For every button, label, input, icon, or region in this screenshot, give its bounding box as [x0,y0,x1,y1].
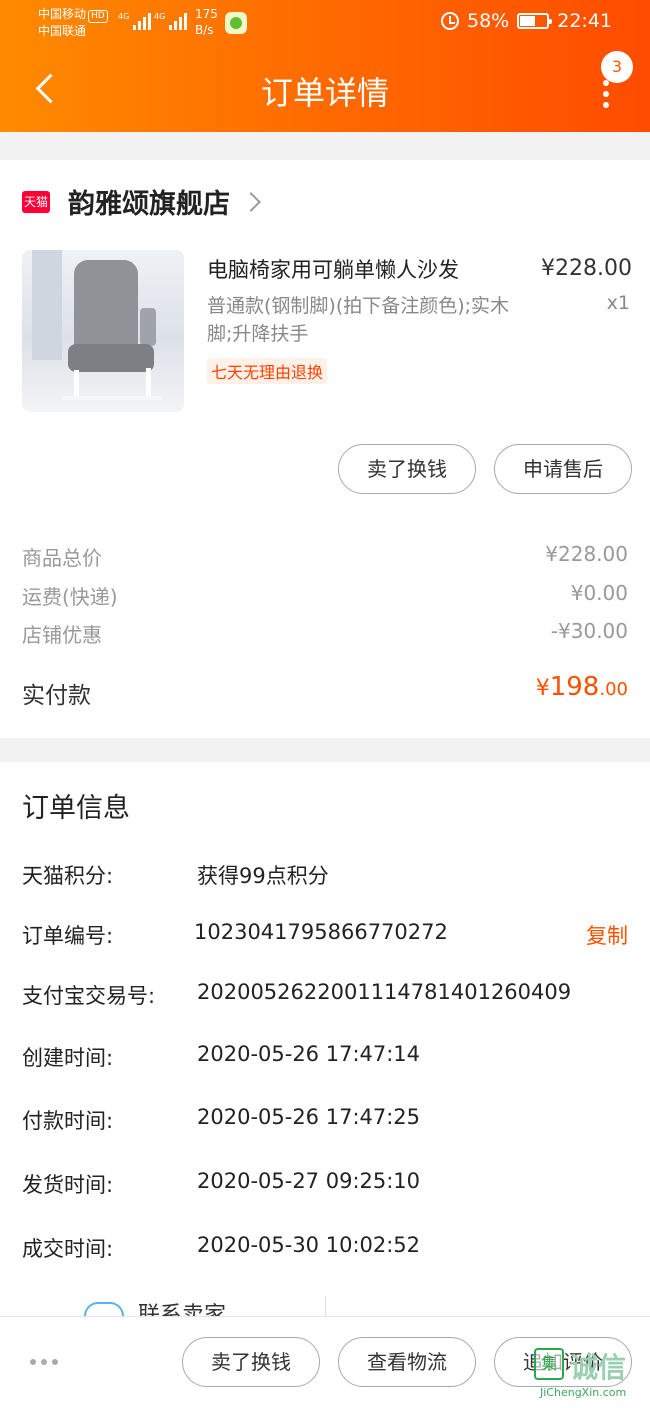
chat-icon[interactable] [84,1302,124,1316]
fee-row-discount: 店铺优惠 -¥30.00 [22,619,628,647]
more-actions-icon[interactable] [30,1359,58,1365]
signal-icon-2: 4G [154,12,188,30]
status-bar: 中国移动 HD 中国联通 4G 4G 175 B/s 58% 22:41 [0,0,650,46]
fee-value: ¥228.00 [545,542,628,566]
order-info-title: 订单信息 [22,793,130,824]
status-right: 58% 22:41 [441,10,612,32]
app-notification-icon [225,12,247,34]
sell-item-button[interactable]: 卖了换钱 [338,444,476,494]
after-sale-button[interactable]: 申请售后 [494,444,632,494]
view-logistics-button[interactable]: 查看物流 [338,1337,476,1387]
divider [325,1296,326,1316]
product-price: ¥228.00 [541,256,632,281]
sell-button[interactable]: 卖了换钱 [182,1337,320,1387]
alarm-icon [441,12,459,30]
product-image[interactable] [22,250,184,412]
hd-badge: HD [88,10,108,23]
copy-button[interactable]: 复制 [586,920,628,950]
product-name[interactable]: 电脑椅家用可躺单懒人沙发 [207,254,459,284]
message-count-badge[interactable]: 3 [601,51,633,83]
signal-icon-1: 4G [118,12,152,30]
shop-header[interactable]: 天猫 韵雅颂旗舰店 [22,182,261,221]
paid-amount: ¥198.00 [535,672,628,702]
return-policy-tag: 七天无理由退换 [207,358,328,384]
fee-value: -¥30.00 [550,619,628,643]
contact-seller-button[interactable]: 联系卖家 [138,1302,226,1316]
order-item-card: 天猫 韵雅颂旗舰店 电脑椅家用可躺单懒人沙发 普通款(钢制脚)(拍下备注颜色);… [0,160,650,738]
clock: 22:41 [557,10,612,32]
chevron-right-icon [241,191,261,212]
paid-label: 实付款 [22,683,91,709]
fee-row-shipping: 运费(快递) ¥0.00 [22,581,628,609]
battery-percent: 58% [467,10,510,32]
order-info-card: 订单信息 天猫积分: 获得99点积分 订单编号: 102304179586677… [0,762,650,1322]
fee-value: ¥0.00 [570,581,628,605]
watermark-logo: 集 诚信 JiChengXin.com [530,1346,650,1408]
carrier-2: 中国联通 [38,24,87,38]
shop-name[interactable]: 韵雅颂旗舰店 [68,182,230,221]
paid-amount-row: 实付款 ¥198.00 [22,672,628,710]
product-quantity: x1 [606,292,630,314]
app-header: 中国移动 HD 中国联通 4G 4G 175 B/s 58% 22:41 订单详情… [0,0,650,132]
page-title: 订单详情 [260,74,389,112]
fee-row-total: 商品总价 ¥228.00 [22,542,628,570]
carrier-1: 中国移动 [38,7,87,21]
network-speed: 175 B/s [195,7,218,37]
tmall-icon: 天猫 [22,190,50,213]
battery-icon [517,13,553,29]
more-menu-icon[interactable] [596,80,616,108]
carrier-info: 中国移动 HD 中国联通 [38,6,108,40]
product-spec: 普通款(钢制脚)(拍下备注颜色);实木脚;升降扶手 [207,295,510,345]
